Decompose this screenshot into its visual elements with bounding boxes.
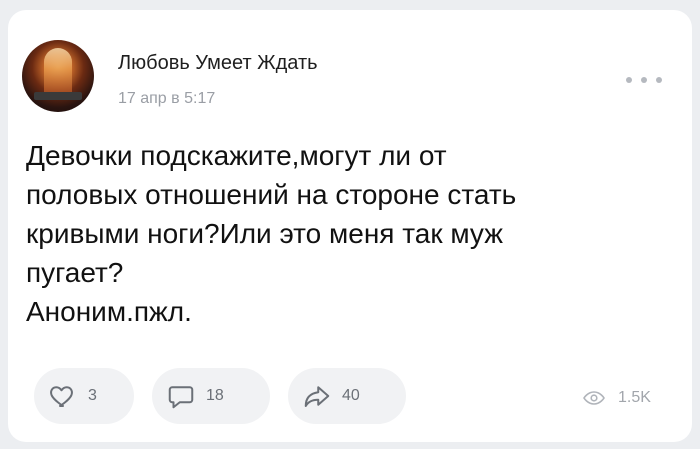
share-button[interactable]: 40 — [288, 368, 406, 424]
more-dot — [626, 77, 632, 83]
comment-count: 18 — [206, 387, 224, 404]
author-name[interactable]: Любовь Умеет Ждать — [118, 52, 318, 75]
post-text-line: кривыми ноги?Или это меня так муж — [26, 218, 503, 249]
views-count: 1.5K — [618, 389, 651, 406]
post-timestamp[interactable]: 17 апр в 5:17 — [118, 90, 215, 108]
avatar-image-tag — [34, 92, 82, 100]
author-avatar[interactable] — [22, 40, 94, 112]
post-card: Любовь Умеет Ждать 17 апр в 5:17 Девочки… — [8, 10, 692, 442]
post-text: Девочки подскажите,могут ли от половых о… — [26, 136, 676, 331]
like-button[interactable]: 3 — [34, 368, 134, 424]
comment-icon — [168, 386, 194, 409]
more-dot — [656, 77, 662, 83]
share-icon — [304, 386, 330, 407]
post-text-line: половых отношений на стороне стать — [26, 179, 517, 210]
post-text-line: Девочки подскажите,могут ли от — [26, 140, 447, 171]
comment-button[interactable]: 18 — [152, 368, 270, 424]
eye-icon — [583, 391, 605, 405]
post-text-line: Аноним.пжл. — [26, 296, 192, 327]
like-count: 3 — [88, 387, 97, 404]
post-actions: 3 18 40 — [34, 368, 406, 424]
more-dots-icon[interactable] — [626, 72, 662, 88]
views-counter: 1.5K — [582, 386, 651, 410]
heart-icon — [50, 386, 73, 407]
post-text-line: пугает? — [26, 257, 124, 288]
more-dot — [641, 77, 647, 83]
share-count: 40 — [342, 387, 360, 404]
